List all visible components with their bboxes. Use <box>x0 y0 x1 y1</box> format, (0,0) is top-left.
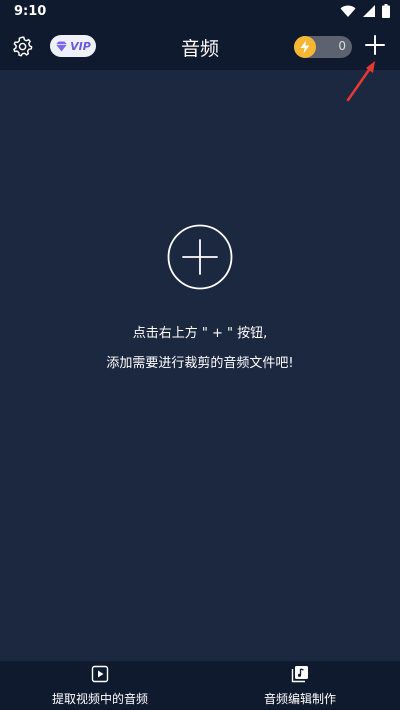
vip-label: VIP <box>70 39 91 53</box>
tab-extract-audio-label: 提取视频中的音频 <box>51 691 148 706</box>
plus-icon <box>364 34 386 60</box>
settings-button[interactable] <box>10 36 34 60</box>
tab-extract-audio[interactable]: 提取视频中的音频 <box>0 661 200 710</box>
lightning-icon <box>294 36 316 58</box>
wifi-icon <box>340 3 356 22</box>
tab-audio-editor-label: 音频编辑制作 <box>263 691 336 706</box>
bottom-tab-bar: 提取视频中的音频 音频编辑制作 <box>0 661 400 710</box>
tab-audio-editor[interactable]: 音频编辑制作 <box>200 661 400 710</box>
vip-button[interactable]: VIP <box>50 35 96 57</box>
status-bar: 9:10 <box>0 0 400 24</box>
signal-icon <box>362 3 376 22</box>
gear-icon <box>11 35 33 61</box>
hint-line-2: 添加需要进行裁剪的音频文件吧! <box>106 356 294 371</box>
hint-line-1: 点击右上方 " + " 按钮, <box>132 326 268 341</box>
empty-state: 点击右上方 " + " 按钮, 添加需要进行裁剪的音频文件吧! <box>0 224 400 374</box>
video-play-icon <box>91 665 109 687</box>
status-time: 9:10 <box>14 4 47 19</box>
add-audio-button[interactable] <box>362 34 388 60</box>
status-icons <box>340 3 390 22</box>
coin-count: 0 <box>338 39 346 53</box>
diamond-icon <box>55 37 68 56</box>
battery-icon <box>382 3 390 22</box>
circle-plus-icon[interactable] <box>167 224 233 290</box>
annotation-arrow-icon <box>340 60 380 104</box>
coin-toggle[interactable]: 0 <box>294 36 352 58</box>
music-note-icon <box>291 665 309 687</box>
